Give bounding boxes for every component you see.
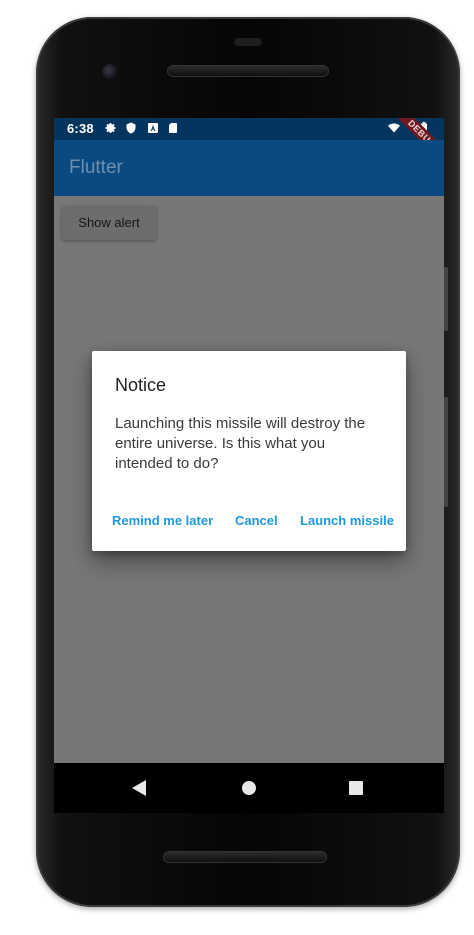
dialog-title: Notice <box>115 375 167 395</box>
status-time: 6:38 <box>67 121 94 136</box>
show-alert-button[interactable]: Show alert <box>62 206 156 240</box>
bottom-speaker-grille <box>164 852 326 862</box>
dialog-actions: Remind me later Cancel Launch missile <box>100 505 398 539</box>
a-box-icon <box>147 122 159 134</box>
recents-icon[interactable] <box>344 776 368 800</box>
sd-card-icon <box>167 122 179 134</box>
status-bar: 6:38 DEBUG <box>54 118 444 174</box>
wifi-icon <box>388 122 400 134</box>
top-speaker-grille <box>168 66 328 76</box>
gear-icon <box>105 122 117 134</box>
app-bar: Flutter <box>54 140 444 196</box>
home-icon[interactable] <box>237 776 261 800</box>
back-icon[interactable] <box>127 776 151 800</box>
navigation-bar <box>54 763 444 813</box>
remind-me-later-button[interactable]: Remind me later <box>112 513 213 528</box>
app-bar-title: Flutter <box>69 157 123 178</box>
shield-icon <box>125 122 137 134</box>
earpiece-slot <box>234 38 262 46</box>
screen: 6:38 DEBUG Flutter Show alert Notice Lau… <box>54 118 444 763</box>
dialog-message: Launching this missile will destroy the … <box>115 415 366 472</box>
cancel-button[interactable]: Cancel <box>235 513 278 528</box>
alert-dialog: Notice Launching this missile will destr… <box>92 351 406 551</box>
launch-missile-button[interactable]: Launch missile <box>300 513 394 528</box>
front-camera <box>102 64 118 80</box>
